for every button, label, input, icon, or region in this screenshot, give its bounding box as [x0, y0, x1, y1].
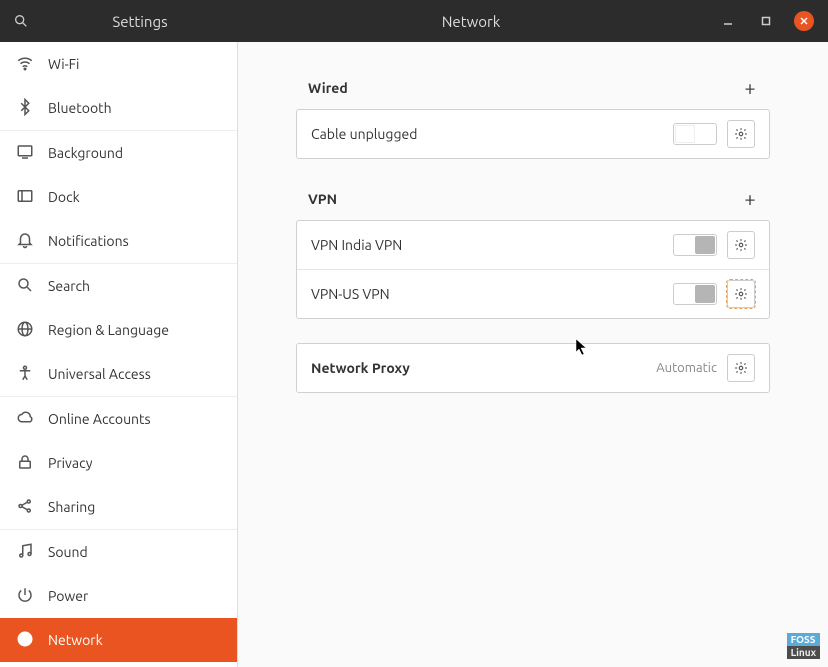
- wired-title: Wired: [308, 80, 348, 96]
- titlebar: Settings Network: [0, 0, 828, 42]
- sidebar-item-label: Sound: [48, 544, 88, 560]
- app-title: Settings: [42, 13, 238, 30]
- proxy-status: Automatic: [656, 361, 717, 375]
- sidebar: Wi-Fi Bluetooth Background Dock Notification…: [0, 42, 238, 667]
- sidebar-item-sound[interactable]: Sound: [0, 530, 237, 574]
- wired-row-label: Cable unplugged: [311, 126, 663, 142]
- vpn-card: VPN India VPN VPN-US VPN: [296, 220, 770, 319]
- sidebar-item-privacy[interactable]: Privacy: [0, 441, 237, 485]
- sidebar-item-label: Region & Language: [48, 322, 169, 338]
- share-icon: [16, 497, 34, 518]
- proxy-row[interactable]: Network Proxy Automatic: [297, 344, 769, 392]
- search-button[interactable]: [0, 13, 42, 29]
- watermark-line2: Linux: [787, 646, 820, 659]
- sidebar-item-bluetooth[interactable]: Bluetooth: [0, 86, 237, 130]
- wired-section: Wired + Cable unplugged: [296, 72, 770, 159]
- cloud-icon: [16, 409, 34, 430]
- vpn-row-1: VPN-US VPN: [297, 269, 769, 318]
- sidebar-item-label: Bluetooth: [48, 100, 112, 116]
- vpn-add-button[interactable]: +: [738, 187, 762, 210]
- vpn-row-0-label: VPN India VPN: [311, 237, 663, 253]
- sidebar-item-label: Dock: [48, 189, 80, 205]
- globe-icon: [16, 630, 34, 651]
- sidebar-item-dock[interactable]: Dock: [0, 175, 237, 219]
- page-title: Network: [238, 13, 704, 30]
- sidebar-item-label: Notifications: [48, 233, 129, 249]
- sidebar-item-power[interactable]: Power: [0, 574, 237, 618]
- maximize-button[interactable]: [756, 11, 776, 31]
- proxy-label: Network Proxy: [311, 360, 646, 376]
- search-icon: [16, 276, 34, 297]
- sidebar-item-sharing[interactable]: Sharing: [0, 485, 237, 529]
- content: Wired + Cable unplugged VPN +: [238, 42, 828, 667]
- sidebar-item-region-language[interactable]: Region & Language: [0, 308, 237, 352]
- wifi-icon: [16, 54, 34, 75]
- wired-row: Cable unplugged: [297, 110, 769, 158]
- sidebar-item-search[interactable]: Search: [0, 264, 237, 308]
- sidebar-item-label: Universal Access: [48, 366, 151, 382]
- wired-add-button[interactable]: +: [738, 76, 762, 99]
- sidebar-item-label: Wi-Fi: [48, 56, 79, 72]
- proxy-settings-button[interactable]: [727, 354, 755, 382]
- vpn-title: VPN: [308, 191, 337, 207]
- sidebar-item-background[interactable]: Background: [0, 131, 237, 175]
- vpn-settings-button-0[interactable]: [727, 231, 755, 259]
- sidebar-item-universal-access[interactable]: Universal Access: [0, 352, 237, 396]
- music-icon: [16, 542, 34, 563]
- vpn-toggle-0[interactable]: [673, 234, 717, 256]
- accessibility-icon: [16, 364, 34, 385]
- main: Wi-Fi Bluetooth Background Dock Notification…: [0, 42, 828, 667]
- dock-icon: [16, 187, 34, 208]
- proxy-section: Network Proxy Automatic: [296, 343, 770, 393]
- watermark: FOSS Linux: [787, 633, 820, 659]
- globe-icon: [16, 320, 34, 341]
- vpn-settings-button-1[interactable]: [727, 280, 755, 308]
- sidebar-item-label: Network: [48, 632, 103, 648]
- bluetooth-icon: [16, 98, 34, 119]
- close-button[interactable]: [794, 11, 814, 31]
- sidebar-item-label: Privacy: [48, 455, 92, 471]
- power-icon: [16, 586, 34, 607]
- sidebar-item-network[interactable]: Network: [0, 618, 237, 662]
- vpn-row-0: VPN India VPN: [297, 221, 769, 269]
- bell-icon: [16, 231, 34, 252]
- vpn-toggle-1[interactable]: [673, 283, 717, 305]
- sidebar-item-online-accounts[interactable]: Online Accounts: [0, 397, 237, 441]
- watermark-line1: FOSS: [787, 633, 820, 646]
- background-icon: [16, 143, 34, 164]
- sidebar-item-wi-fi[interactable]: Wi-Fi: [0, 42, 237, 86]
- wired-settings-button[interactable]: [727, 120, 755, 148]
- vpn-row-1-label: VPN-US VPN: [311, 286, 663, 302]
- sidebar-item-label: Online Accounts: [48, 411, 151, 427]
- lock-icon: [16, 453, 34, 474]
- vpn-section: VPN + VPN India VPN VPN-US VPN: [296, 183, 770, 319]
- window-controls: [704, 11, 828, 31]
- sidebar-item-label: Power: [48, 588, 88, 604]
- sidebar-item-label: Search: [48, 278, 90, 294]
- proxy-card: Network Proxy Automatic: [296, 343, 770, 393]
- wired-card: Cable unplugged: [296, 109, 770, 159]
- sidebar-item-label: Background: [48, 145, 123, 161]
- minimize-button[interactable]: [718, 11, 738, 31]
- sidebar-item-notifications[interactable]: Notifications: [0, 219, 237, 263]
- sidebar-item-label: Sharing: [48, 499, 95, 515]
- wired-toggle[interactable]: [673, 123, 717, 145]
